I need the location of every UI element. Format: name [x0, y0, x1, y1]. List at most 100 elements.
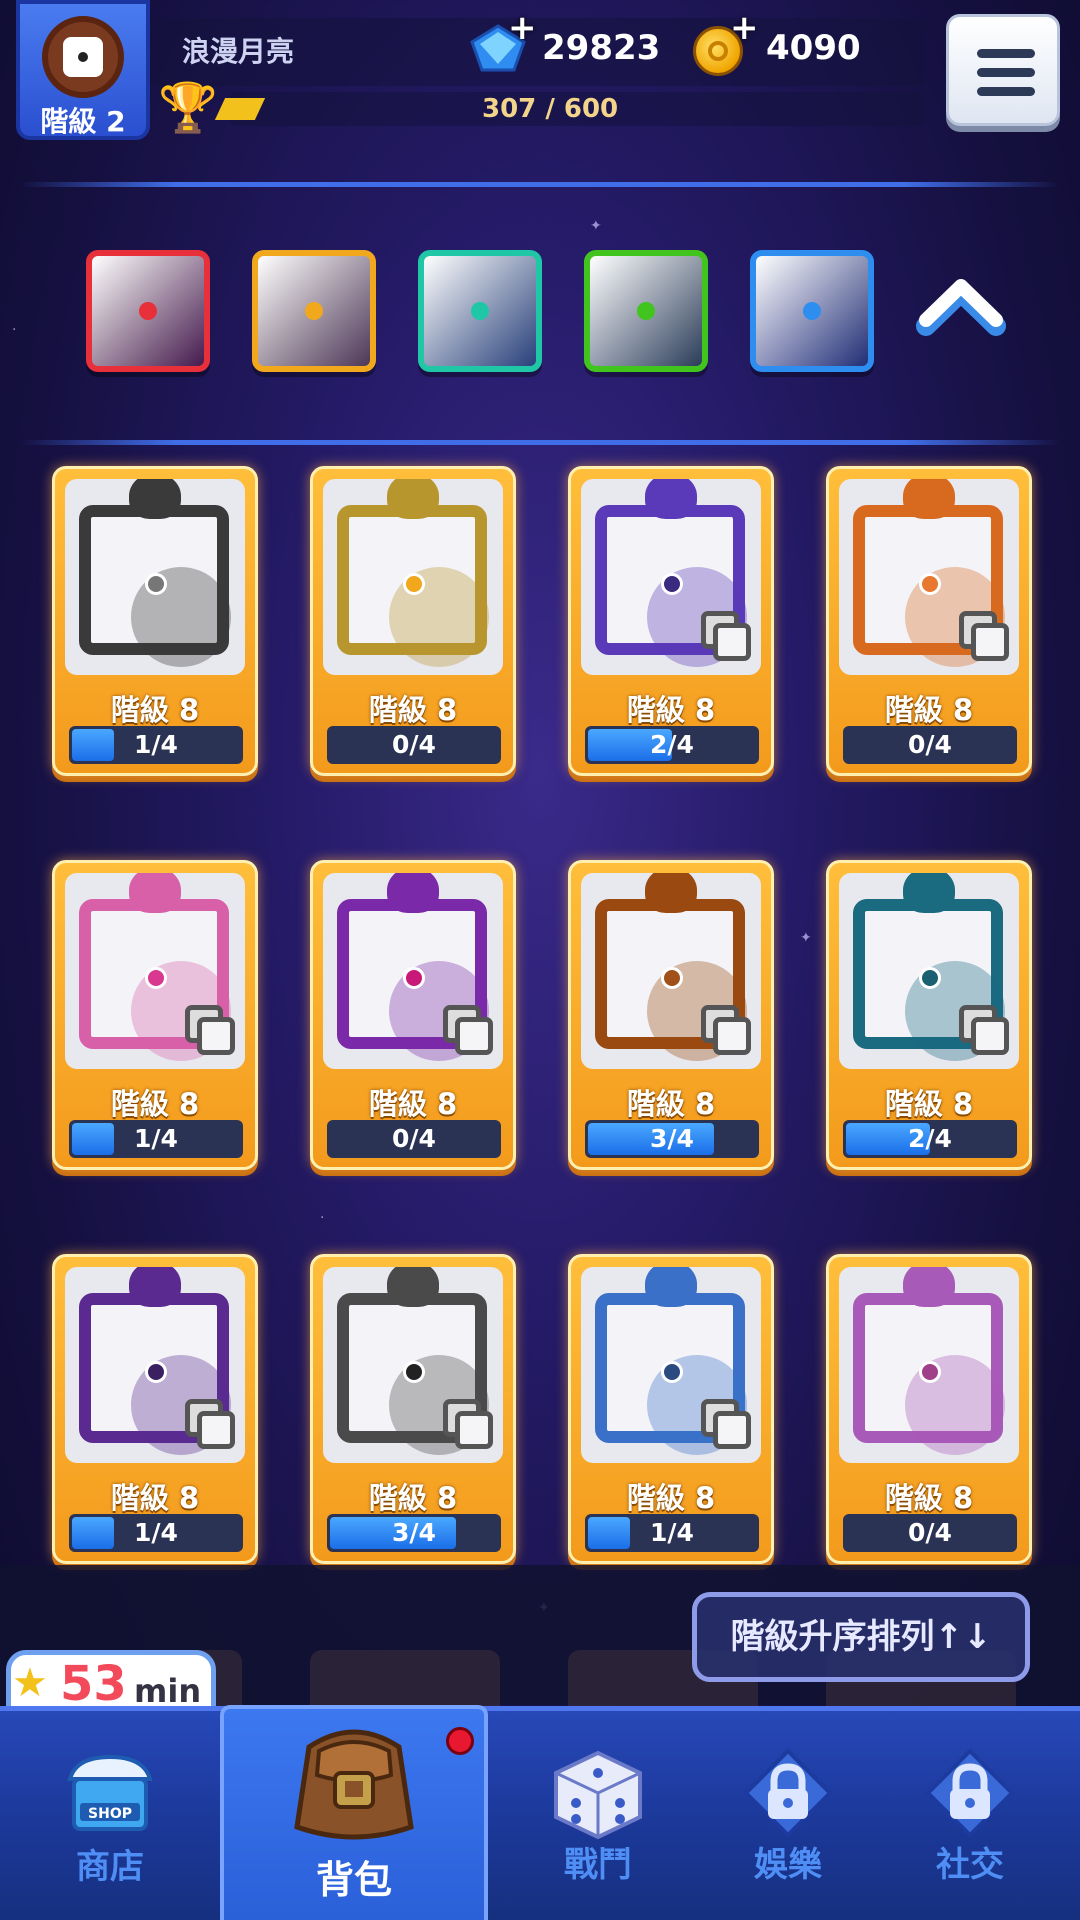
dice-card[interactable]: 階級 8 3/4 [568, 860, 774, 1170]
card-level: 階級 8 [626, 1481, 716, 1515]
star-icon: ★ [12, 1660, 48, 1706]
card-progress-text: 2/4 [650, 730, 694, 759]
dice-filter-tile[interactable] [252, 250, 376, 372]
dice-art [65, 479, 245, 675]
sort-by-level-button[interactable]: 階級升序排列↑↓ [692, 1592, 1030, 1682]
dice-card[interactable]: 階級 8 1/4 [568, 1254, 774, 1564]
dice-pip [661, 967, 683, 989]
dragon-head-icon [387, 479, 439, 519]
duplicate-icon [701, 1005, 753, 1057]
die-icon [63, 37, 103, 77]
dragon-head-icon [903, 873, 955, 913]
card-progress-text: 0/4 [392, 730, 436, 759]
shop-icon: SHOP [67, 1754, 153, 1831]
trophy-icon[interactable]: 🏆 [158, 84, 218, 132]
nav-social-label: 社交 [936, 1845, 1004, 1885]
duplicate-icon [185, 1005, 237, 1057]
dice-card[interactable]: 階級 8 1/4 [52, 1254, 258, 1564]
card-progress-bar: 3/4 [327, 1514, 501, 1552]
dice-art [323, 1267, 503, 1463]
nav-entertainment[interactable]: 娛樂 [708, 1711, 868, 1920]
notification-dot [446, 1727, 474, 1755]
dice-card[interactable]: 階級 8 0/4 [310, 466, 516, 776]
card-level: 階級 8 [884, 1087, 974, 1121]
card-progress-text: 1/4 [134, 1124, 178, 1153]
card-progress-text: 0/4 [392, 1124, 436, 1153]
menu-button[interactable] [946, 14, 1060, 126]
player-rank-badge[interactable]: 階級 2 [16, 0, 150, 140]
timer-value: 53 [60, 1656, 127, 1712]
card-progress-text: 0/4 [908, 730, 952, 759]
add-gems-icon[interactable]: + [508, 8, 537, 48]
dragon-head-icon [129, 873, 181, 913]
dice-card[interactable]: 階級 8 0/4 [826, 466, 1032, 776]
dragon-head-icon [387, 1267, 439, 1307]
dice-art [581, 873, 761, 1069]
dragon-head-icon [645, 873, 697, 913]
card-progress-bar: 2/4 [585, 726, 759, 764]
add-coins-icon[interactable]: + [730, 8, 759, 48]
dragon-head-icon [129, 479, 181, 519]
collapse-chevron-icon[interactable] [916, 268, 1006, 338]
card-level: 階級 8 [626, 1087, 716, 1121]
card-level: 階級 8 [368, 693, 458, 727]
dice-pip [145, 967, 167, 989]
card-progress-bar: 0/4 [843, 726, 1017, 764]
coin-count: 4090 [766, 28, 861, 68]
dice-card[interactable]: 階級 8 1/4 [52, 860, 258, 1170]
dice-card[interactable]: 階級 8 0/4 [310, 860, 516, 1170]
dice-art [65, 873, 245, 1069]
nav-entertainment-label: 娛樂 [754, 1845, 822, 1885]
dice-card[interactable]: 階級 8 0/4 [826, 1254, 1032, 1564]
rank-label: 階級 2 [40, 105, 126, 138]
nav-backpack[interactable]: 背包 [220, 1705, 488, 1920]
duplicate-icon [959, 1005, 1011, 1057]
nav-shop[interactable]: SHOP 商店 [30, 1711, 190, 1920]
timer-unit: min [134, 1672, 202, 1710]
die-pip-icon [139, 302, 157, 320]
dice-pip [919, 573, 941, 595]
dice-filter-tile[interactable] [750, 250, 874, 372]
nav-battle-label: 戰鬥 [564, 1845, 632, 1885]
dice-art [581, 479, 761, 675]
card-level: 階級 8 [368, 1087, 458, 1121]
dice-card[interactable]: 階級 8 1/4 [52, 466, 258, 776]
shop-sign-text: SHOP [88, 1806, 132, 1822]
duplicate-icon [701, 1399, 753, 1451]
dice-pip [403, 967, 425, 989]
duplicate-icon [185, 1399, 237, 1451]
card-progress-bar: 2/4 [843, 1120, 1017, 1158]
card-progress-bar: 3/4 [585, 1120, 759, 1158]
dice-card[interactable]: 階級 8 2/4 [826, 860, 1032, 1170]
card-level: 階級 8 [884, 1481, 974, 1515]
top-header: 階級 2 浪漫月亮 + 29823 + 4090 🏆 307 / 600 [0, 0, 1080, 145]
dice-card[interactable]: 階級 8 2/4 [568, 466, 774, 776]
card-progress-text: 1/4 [134, 1518, 178, 1547]
card-level: 階級 8 [110, 693, 200, 727]
nav-shop-label: 商店 [76, 1847, 144, 1887]
dragon-head-icon [903, 1267, 955, 1307]
dice-pip [661, 1361, 683, 1383]
nav-backpack-label: 背包 [315, 1858, 392, 1902]
nav-battle[interactable]: 戰鬥 [518, 1711, 678, 1920]
dice-filter-tile[interactable] [86, 250, 210, 372]
dice-art [839, 479, 1019, 675]
dice-pip [403, 1361, 425, 1383]
dragon-head-icon [903, 479, 955, 519]
dice-pip [145, 1361, 167, 1383]
dragon-head-icon [645, 1267, 697, 1307]
dragon-head-icon [129, 1267, 181, 1307]
dice-pip [661, 573, 683, 595]
dice-filter-tile[interactable] [584, 250, 708, 372]
avatar [42, 16, 124, 98]
selector-divider [20, 440, 1060, 445]
gem-count: 29823 [542, 28, 661, 68]
dice-card[interactable]: 階級 8 3/4 [310, 1254, 516, 1564]
dragon-head-icon [645, 479, 697, 519]
duplicate-icon [959, 611, 1011, 663]
dice-filter-tile[interactable] [418, 250, 542, 372]
card-progress-bar: 0/4 [843, 1514, 1017, 1552]
nav-social[interactable]: 社交 [890, 1711, 1050, 1920]
dice-art [839, 1267, 1019, 1463]
dragon-head-icon [387, 873, 439, 913]
